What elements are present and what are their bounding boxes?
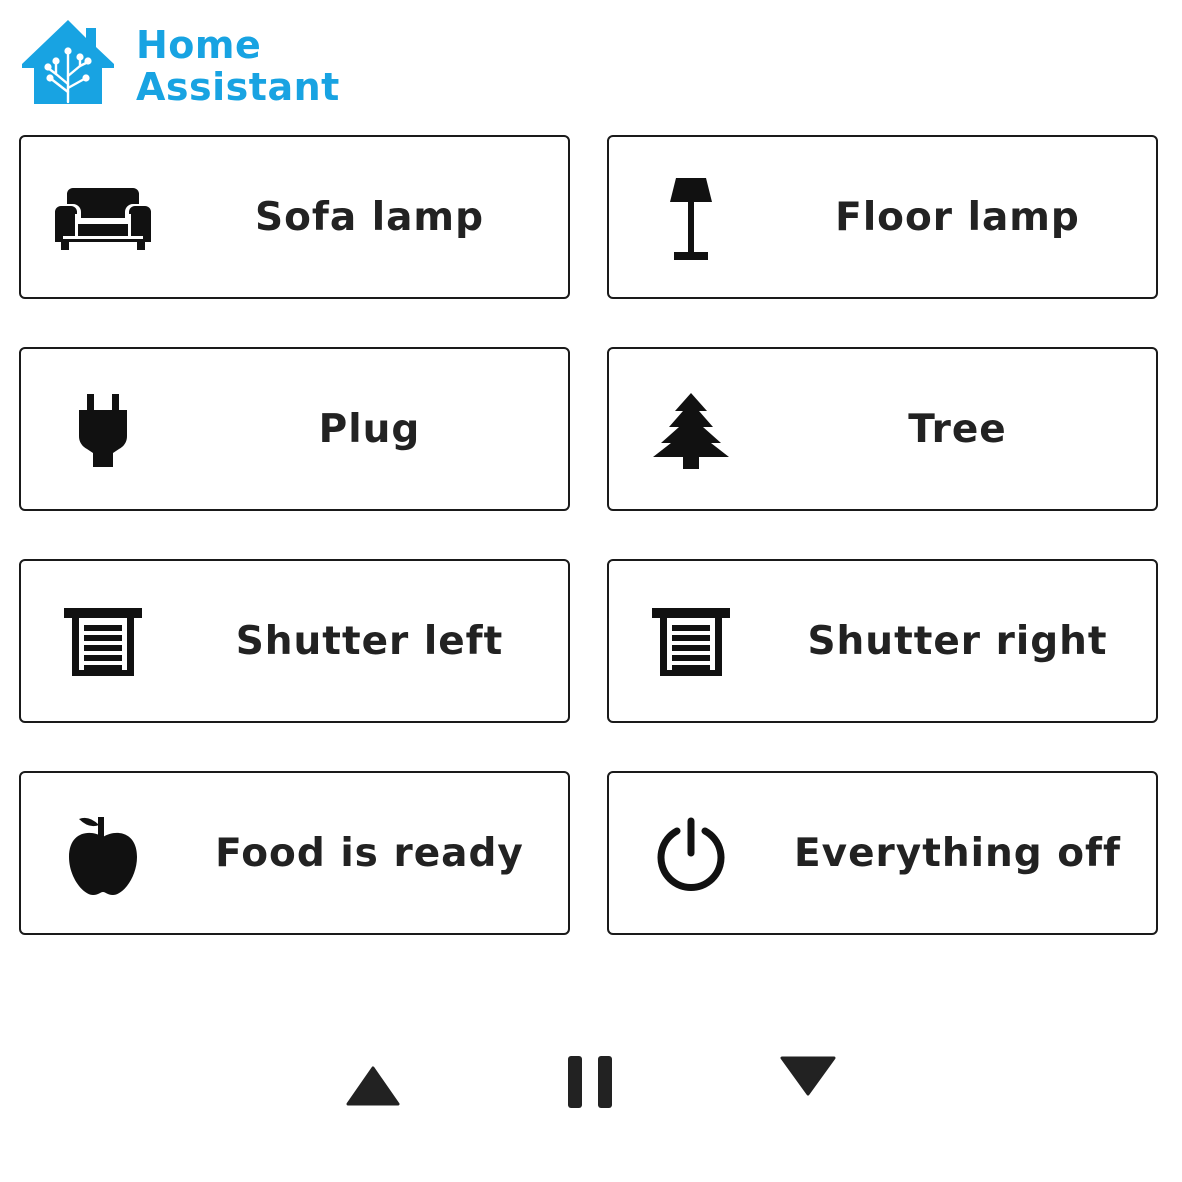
tile-label: Shutter left	[235, 618, 504, 664]
apple-icon	[51, 813, 155, 897]
tile-plug[interactable]: Plug	[19, 347, 570, 511]
tile-label: Tree	[908, 406, 1007, 452]
app-title: Home Assistant	[136, 24, 340, 108]
tile-sofa-lamp[interactable]: Sofa lamp	[19, 135, 570, 299]
tile-label: Plug	[318, 406, 421, 452]
app-header: Home Assistant	[20, 18, 420, 108]
floor-lamp-icon	[639, 177, 743, 261]
tree-icon	[639, 389, 743, 473]
app-title-line1: Home	[136, 23, 262, 67]
tile-label: Floor lamp	[835, 194, 1080, 240]
tile-label: Sofa lamp	[255, 194, 484, 240]
tile-shutter-left[interactable]: Shutter left	[19, 559, 570, 723]
tile-label: Shutter right	[807, 618, 1108, 664]
power-icon	[639, 813, 743, 897]
shutter-icon	[51, 601, 155, 685]
shutter-controls	[0, 1040, 1182, 1130]
sofa-icon	[51, 177, 155, 261]
home-assistant-logo-icon	[20, 18, 116, 106]
tile-shutter-right[interactable]: Shutter right	[607, 559, 1158, 723]
app-title-line2: Assistant	[136, 65, 340, 109]
arrow-up-icon[interactable]	[346, 1064, 400, 1112]
tile-label: Food is ready	[215, 830, 524, 876]
tile-food-is-ready[interactable]: Food is ready	[19, 771, 570, 935]
tile-tree[interactable]: Tree	[607, 347, 1158, 511]
tile-everything-off[interactable]: Everything off	[607, 771, 1158, 935]
plug-icon	[51, 389, 155, 473]
pause-icon[interactable]	[566, 1054, 616, 1114]
arrow-down-icon[interactable]	[780, 1054, 836, 1102]
shutter-icon	[639, 601, 743, 685]
tile-floor-lamp[interactable]: Floor lamp	[607, 135, 1158, 299]
tile-label: Everything off	[794, 830, 1121, 876]
